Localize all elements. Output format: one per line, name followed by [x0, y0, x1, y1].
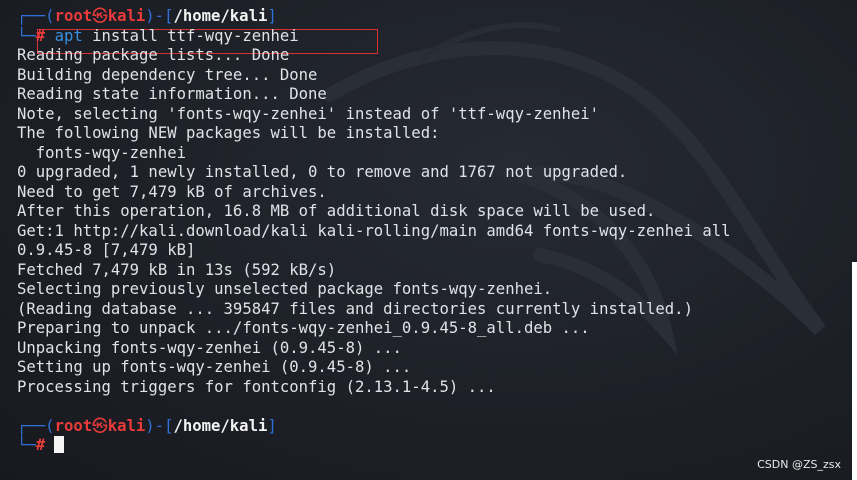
output-line: The following NEW packages will be insta…	[17, 124, 440, 142]
output-line: fonts-wqy-zenhei	[17, 143, 186, 162]
command-name: apt	[54, 26, 83, 45]
prompt-line-1: ┌──(root㉿kali)-[/home/kali]	[17, 7, 849, 27]
prompt-path: /home/kali	[173, 7, 268, 25]
prompt-user: root	[54, 7, 93, 25]
output-line: Fetched 7,479 kB in 13s (592 kB/s)	[17, 260, 337, 279]
prompt-corner-bottom: └─	[17, 436, 36, 454]
output-line: Preparing to unpack .../fonts-wqy-zenhei…	[17, 319, 590, 337]
output-line: Get:1 http://kali.download/kali kali-rol…	[17, 221, 731, 240]
output-line: Reading package lists... Done	[17, 46, 290, 64]
prompt-at-symbol: ㉿	[92, 416, 108, 435]
prompt-corner-top: ┌──(	[17, 7, 55, 25]
output-line: Unpacking fonts-wqy-zenhei (0.9.45-8) ..…	[17, 338, 402, 357]
output-line: Reading state information... Done	[17, 85, 327, 103]
output-line: (Reading database ... 395847 files and d…	[17, 299, 693, 318]
text-cursor[interactable]	[54, 436, 65, 453]
terminal-output: ┌──(root㉿kali)-[/home/kali] └─# apt inst…	[17, 7, 849, 456]
prompt-corner-bottom: └─	[17, 26, 36, 45]
prompt-user: root	[54, 416, 93, 435]
output-line: Setting up fonts-wqy-zenhei (0.9.45-8) .…	[17, 358, 412, 376]
output-line: 0.9.45-8 [7,479 kB]	[17, 241, 196, 259]
prompt-corner-top: ┌──(	[17, 416, 55, 435]
terminal-window[interactable]: ┌──(root㉿kali)-[/home/kali] └─# apt inst…	[0, 0, 857, 480]
output-line: Processing triggers for fontconfig (2.13…	[17, 377, 496, 396]
command-line: └─# apt install ttf-wqy-zenhei	[17, 27, 849, 47]
prompt-close-paren: )-[	[145, 7, 174, 25]
output-line: Building dependency tree... Done	[17, 65, 318, 84]
output-line: Selecting previously unselected package …	[17, 280, 553, 298]
prompt-close-paren: )-[	[145, 416, 174, 435]
output-line: Note, selecting 'fonts-wqy-zenhei' inste…	[17, 104, 600, 123]
command-args: install ttf-wqy-zenhei	[82, 26, 299, 45]
prompt-host: kali	[107, 416, 146, 435]
prompt-at-symbol: ㉿	[92, 7, 108, 25]
prompt-path: /home/kali	[173, 416, 268, 435]
scrollbar-strip	[852, 262, 857, 480]
csdn-watermark: CSDN @ZS_zsx	[757, 458, 841, 471]
prompt-host: kali	[107, 7, 146, 25]
input-line[interactable]: └─#	[17, 436, 849, 456]
prompt-close-bracket: ]	[267, 416, 277, 435]
prompt-hash: #	[35, 26, 46, 45]
prompt-line-2: ┌──(root㉿kali)-[/home/kali]	[17, 417, 849, 437]
output-line: Need to get 7,479 kB of archives.	[17, 182, 327, 201]
output-line: After this operation, 16.8 MB of additio…	[17, 202, 656, 220]
output-line: 0 upgraded, 1 newly installed, 0 to remo…	[17, 163, 628, 181]
prompt-close-bracket: ]	[267, 7, 277, 25]
prompt-hash: #	[35, 436, 46, 454]
